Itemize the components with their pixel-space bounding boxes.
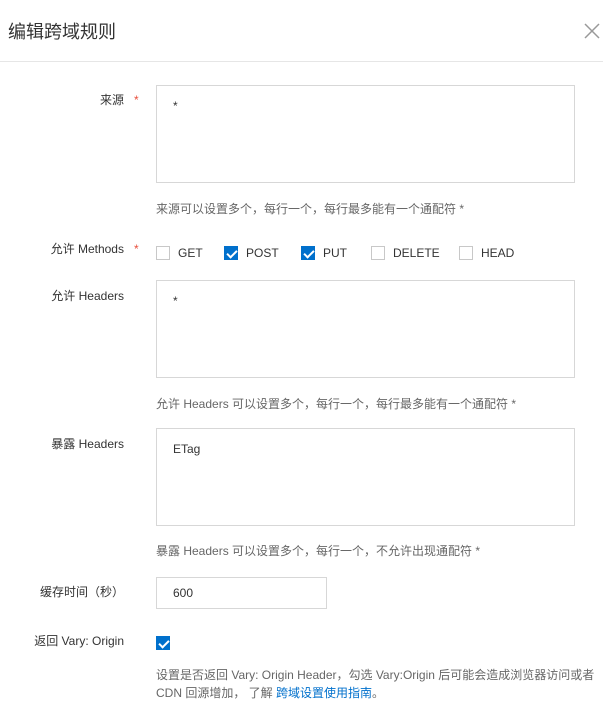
checkbox-box[interactable]	[301, 246, 315, 260]
dialog-header: 编辑跨域规则	[0, 0, 603, 62]
method-put-checkbox[interactable]: PUT	[301, 244, 347, 262]
origin-textarea[interactable]: *	[156, 85, 575, 183]
method-label: HEAD	[481, 246, 515, 260]
close-button[interactable]	[583, 22, 601, 40]
origin-label: 来源	[99, 93, 124, 107]
vary-origin-checkbox[interactable]	[156, 636, 170, 650]
method-head-checkbox[interactable]: HEAD	[459, 244, 514, 262]
method-label: DELETE	[393, 246, 440, 260]
dialog-title: 编辑跨域规则	[8, 22, 116, 42]
method-post-checkbox[interactable]: POST	[224, 244, 279, 262]
cache-time-input[interactable]	[156, 577, 327, 609]
method-get-checkbox[interactable]: GET	[156, 244, 203, 262]
vary-origin-label: 返回 Vary: Origin	[34, 634, 124, 648]
expose-headers-help: 暴露 Headers 可以设置多个，每行一个，不允许出现通配符 *	[156, 544, 481, 558]
checkbox-box[interactable]	[371, 246, 385, 260]
required-mark: *	[134, 242, 139, 256]
cache-time-label: 缓存时间（秒）	[39, 585, 124, 599]
vary-origin-help: 设置是否返回 Vary: Origin Header，勾选 Vary:Origi…	[156, 666, 596, 702]
expose-headers-label: 暴露 Headers	[51, 437, 124, 451]
allow-headers-label: 允许 Headers	[51, 289, 124, 303]
method-label: PUT	[323, 246, 347, 260]
method-label: POST	[246, 246, 279, 260]
method-delete-checkbox[interactable]: DELETE	[371, 244, 440, 262]
allow-headers-help: 允许 Headers 可以设置多个，每行一个，每行最多能有一个通配符 *	[156, 397, 517, 411]
checkbox-box[interactable]	[459, 246, 473, 260]
required-mark: *	[134, 93, 139, 107]
methods-label: 允许 Methods	[50, 242, 124, 256]
vary-origin-help-end: 。	[372, 686, 385, 700]
allow-headers-textarea[interactable]: *	[156, 280, 575, 378]
cors-guide-link[interactable]: 跨域设置使用指南	[276, 686, 372, 700]
expose-headers-textarea[interactable]: ETag	[156, 428, 575, 526]
checkbox-box[interactable]	[156, 246, 170, 260]
method-label: GET	[178, 246, 203, 260]
origin-help: 来源可以设置多个，每行一个，每行最多能有一个通配符 *	[156, 202, 465, 216]
checkbox-box[interactable]	[224, 246, 238, 260]
close-icon[interactable]	[583, 22, 601, 40]
